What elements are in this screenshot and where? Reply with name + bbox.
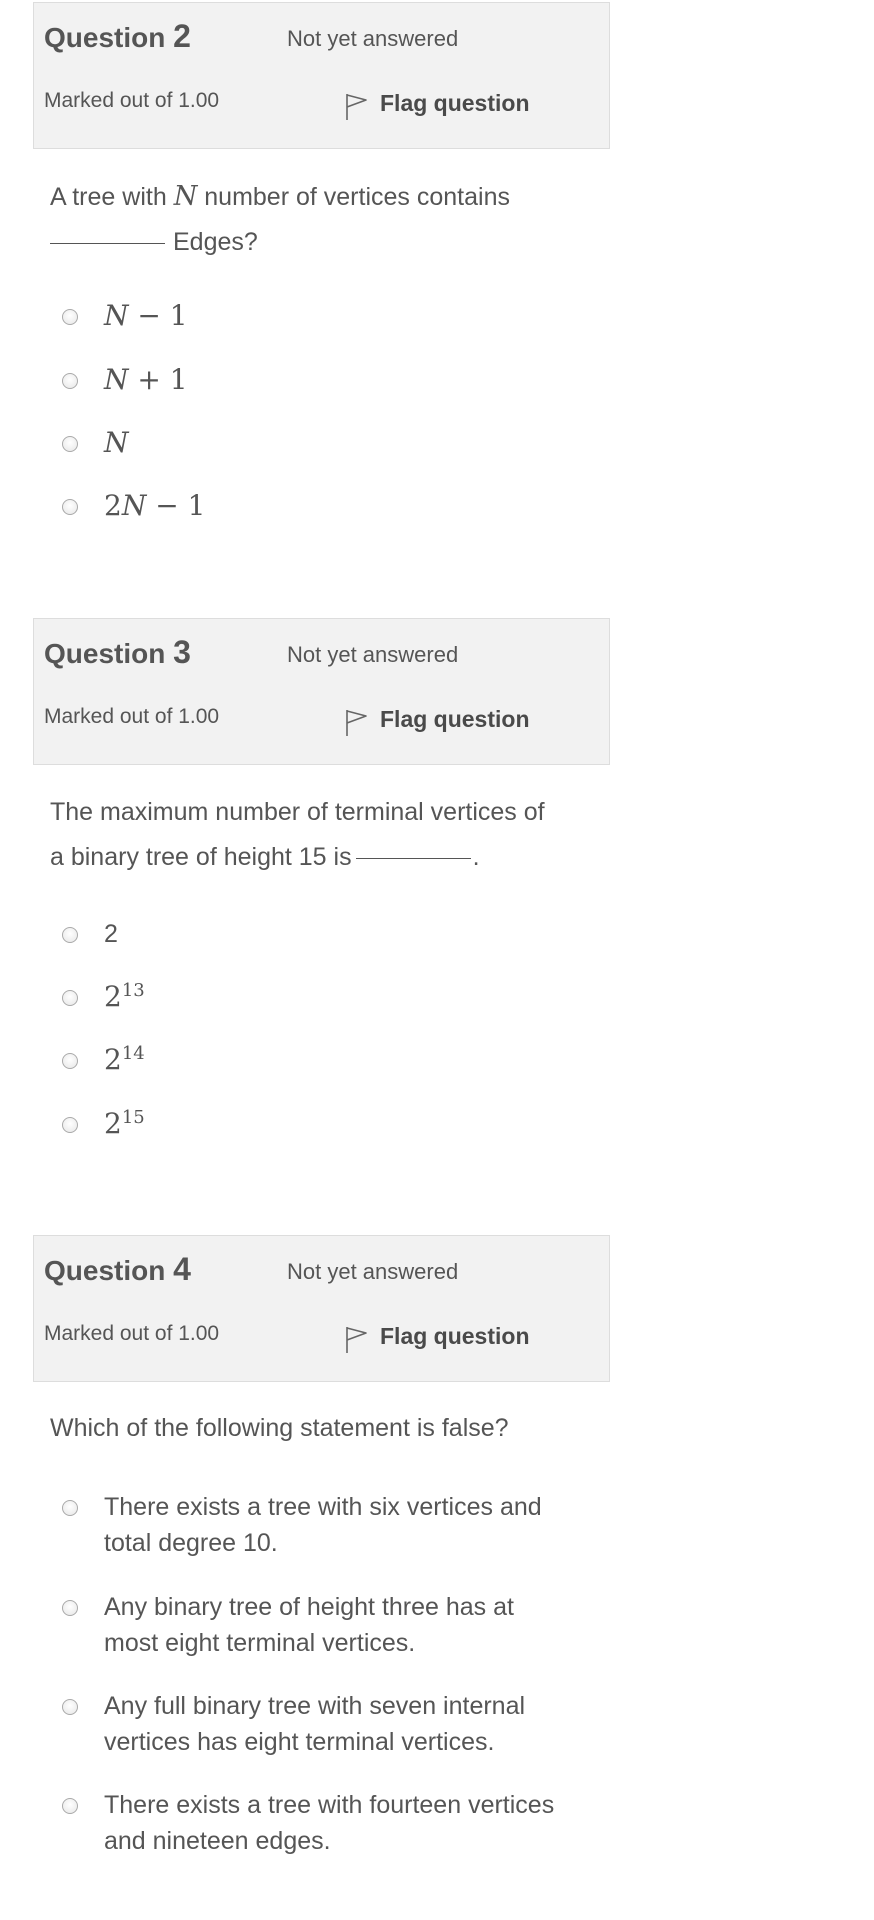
radio-button[interactable] bbox=[62, 990, 78, 1006]
radio-button[interactable] bbox=[62, 1053, 78, 1069]
answer-option[interactable]: 214 bbox=[62, 1042, 602, 1078]
flag-question-button[interactable]: Flag question bbox=[344, 85, 530, 121]
answer-option[interactable]: N bbox=[62, 425, 602, 461]
question-2-info: Question 2 Not yet answered Marked out o… bbox=[33, 2, 610, 149]
answer-blank bbox=[355, 857, 471, 860]
question-number: Question 3 bbox=[44, 634, 191, 670]
radio-button[interactable] bbox=[62, 1117, 78, 1133]
question-grade: Marked out of 1.00 bbox=[44, 1322, 220, 1345]
answer-option[interactable]: 2N − 1 bbox=[62, 488, 602, 524]
answer-blank bbox=[50, 242, 165, 245]
answer-option[interactable]: 213 bbox=[62, 979, 602, 1015]
question-4-info: Question 4 Not yet answered Marked out o… bbox=[33, 1235, 610, 1382]
answer-option[interactable]: 2 bbox=[62, 916, 602, 952]
question-number: Question 2 bbox=[44, 18, 191, 54]
radio-button[interactable] bbox=[62, 1600, 78, 1616]
radio-button[interactable] bbox=[62, 927, 78, 943]
flag-icon bbox=[346, 94, 367, 120]
answer-option[interactable]: 215 bbox=[62, 1106, 602, 1142]
radio-button[interactable] bbox=[62, 499, 78, 515]
question-text: The maximum number of terminal vertices … bbox=[50, 798, 545, 871]
question-3-info: Question 3 Not yet answered Marked out o… bbox=[33, 618, 610, 765]
question-text: Which of the following statement is fals… bbox=[50, 1414, 509, 1442]
answer-option[interactable]: There exists a tree with six vertices an… bbox=[62, 1489, 602, 1561]
flag-question-button[interactable]: Flag question bbox=[344, 701, 530, 737]
question-grade: Marked out of 1.00 bbox=[44, 89, 220, 112]
answer-option[interactable]: N + 1 bbox=[62, 362, 602, 398]
radio-button[interactable] bbox=[62, 309, 78, 325]
question-state: Not yet answered bbox=[287, 26, 459, 51]
radio-button[interactable] bbox=[62, 436, 78, 452]
question-number: Question 4 bbox=[44, 1251, 191, 1287]
question-text: A tree with N number of vertices contain… bbox=[50, 181, 510, 256]
radio-button[interactable] bbox=[62, 1798, 78, 1814]
flag-icon bbox=[346, 1327, 367, 1353]
question-state: Not yet answered bbox=[287, 642, 459, 667]
answer-option[interactable]: N − 1 bbox=[62, 298, 602, 334]
answer-option[interactable]: Any binary tree of height three has at mo… bbox=[62, 1589, 602, 1661]
radio-button[interactable] bbox=[62, 373, 78, 389]
answer-option[interactable]: Any full binary tree with seven internal… bbox=[62, 1688, 602, 1760]
question-state: Not yet answered bbox=[287, 1259, 459, 1284]
radio-button[interactable] bbox=[62, 1699, 78, 1715]
radio-button[interactable] bbox=[62, 1500, 78, 1516]
answer-option[interactable]: There exists a tree with fourteen vertic… bbox=[62, 1787, 602, 1859]
flag-icon bbox=[346, 710, 367, 736]
question-grade: Marked out of 1.00 bbox=[44, 705, 220, 728]
flag-question-button[interactable]: Flag question bbox=[344, 1318, 530, 1354]
